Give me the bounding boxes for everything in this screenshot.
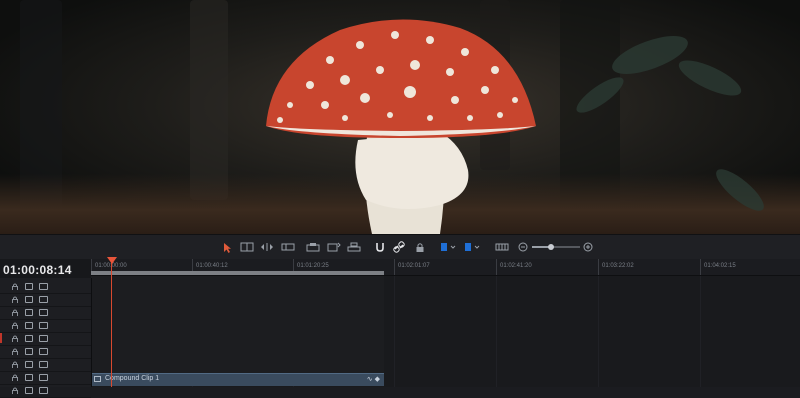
track-lock-icon[interactable] xyxy=(12,387,18,394)
compound-clip-icon xyxy=(94,376,101,382)
track-header[interactable] xyxy=(0,372,91,385)
snapping-icon[interactable] xyxy=(373,240,387,254)
track-header[interactable] xyxy=(0,281,91,294)
playhead-handle[interactable] xyxy=(107,257,117,264)
full-extent-zoom-icon[interactable] xyxy=(494,240,510,254)
overwrite-icon[interactable] xyxy=(305,240,321,254)
track-header[interactable] xyxy=(0,346,91,359)
timeline-toolbar xyxy=(0,234,800,260)
track-header[interactable] xyxy=(0,320,91,333)
viewer-frame xyxy=(0,0,800,234)
playhead[interactable] xyxy=(111,258,112,387)
track-header[interactable] xyxy=(0,307,91,320)
track-lock-icon[interactable] xyxy=(12,335,18,342)
select-arrow-icon[interactable] xyxy=(221,240,233,254)
clip-name: Compound Clip 1 xyxy=(105,375,160,382)
clip-link-icon: ∿ ◆ xyxy=(366,376,380,383)
ruler-tick: 01:03:22:02 xyxy=(598,259,634,275)
track-lock-icon[interactable] xyxy=(12,283,18,290)
track-enable-icon[interactable] xyxy=(39,335,48,342)
track-selected-marker xyxy=(0,333,2,343)
ruler-tick: 01:02:41:20 xyxy=(496,259,532,275)
zoom-in-icon[interactable] xyxy=(582,240,594,254)
track-lock-icon[interactable] xyxy=(12,309,18,316)
auto-select-icon[interactable] xyxy=(25,309,33,316)
linked-selection-icon[interactable] xyxy=(392,240,406,254)
track-lock-icon[interactable] xyxy=(12,374,18,381)
auto-select-icon[interactable] xyxy=(25,296,33,303)
auto-select-icon[interactable] xyxy=(25,322,33,329)
track-enable-icon[interactable] xyxy=(39,387,48,394)
track-enable-icon[interactable] xyxy=(39,309,48,316)
track-enable-icon[interactable] xyxy=(39,374,48,381)
auto-select-icon[interactable] xyxy=(25,387,33,394)
blade-icon[interactable] xyxy=(280,240,296,254)
track-header[interactable] xyxy=(0,294,91,307)
marker-icon[interactable] xyxy=(463,240,483,254)
place-on-top-icon[interactable] xyxy=(346,240,362,254)
auto-select-icon[interactable] xyxy=(25,335,33,342)
track-header[interactable] xyxy=(0,333,91,346)
dynamic-trim-icon[interactable] xyxy=(259,240,275,254)
track-lock-icon[interactable] xyxy=(12,322,18,329)
track-lock-icon[interactable] xyxy=(12,348,18,355)
ruler-tick: 01:02:01:07 xyxy=(394,259,430,275)
mushroom-image xyxy=(266,19,764,234)
auto-select-icon[interactable] xyxy=(25,283,33,290)
track-enable-icon[interactable] xyxy=(39,322,48,329)
track-enable-icon[interactable] xyxy=(39,283,48,290)
ruler-tick: 01:04:02:15 xyxy=(700,259,736,275)
track-lock-icon[interactable] xyxy=(12,296,18,303)
flag-icon[interactable] xyxy=(439,240,459,254)
track-header[interactable] xyxy=(0,359,91,372)
in-out-range xyxy=(91,276,384,373)
replace-icon[interactable] xyxy=(326,240,342,254)
zoom-out-icon[interactable] xyxy=(517,240,529,254)
in-out-range-bar[interactable] xyxy=(91,271,384,275)
timecode-display[interactable]: 01:00:08:14 xyxy=(3,263,72,277)
compound-clip[interactable]: Compound Clip 1 ∿ ◆ xyxy=(91,373,384,386)
auto-select-icon[interactable] xyxy=(25,348,33,355)
zoom-slider[interactable] xyxy=(532,240,580,254)
auto-select-icon[interactable] xyxy=(25,361,33,368)
position-lock-icon[interactable] xyxy=(414,240,426,254)
track-headers xyxy=(0,278,92,398)
trim-edit-icon[interactable] xyxy=(239,240,255,254)
track-enable-icon[interactable] xyxy=(39,348,48,355)
track-enable-icon[interactable] xyxy=(39,361,48,368)
track-enable-icon[interactable] xyxy=(39,296,48,303)
auto-select-icon[interactable] xyxy=(25,374,33,381)
track-lock-icon[interactable] xyxy=(12,361,18,368)
